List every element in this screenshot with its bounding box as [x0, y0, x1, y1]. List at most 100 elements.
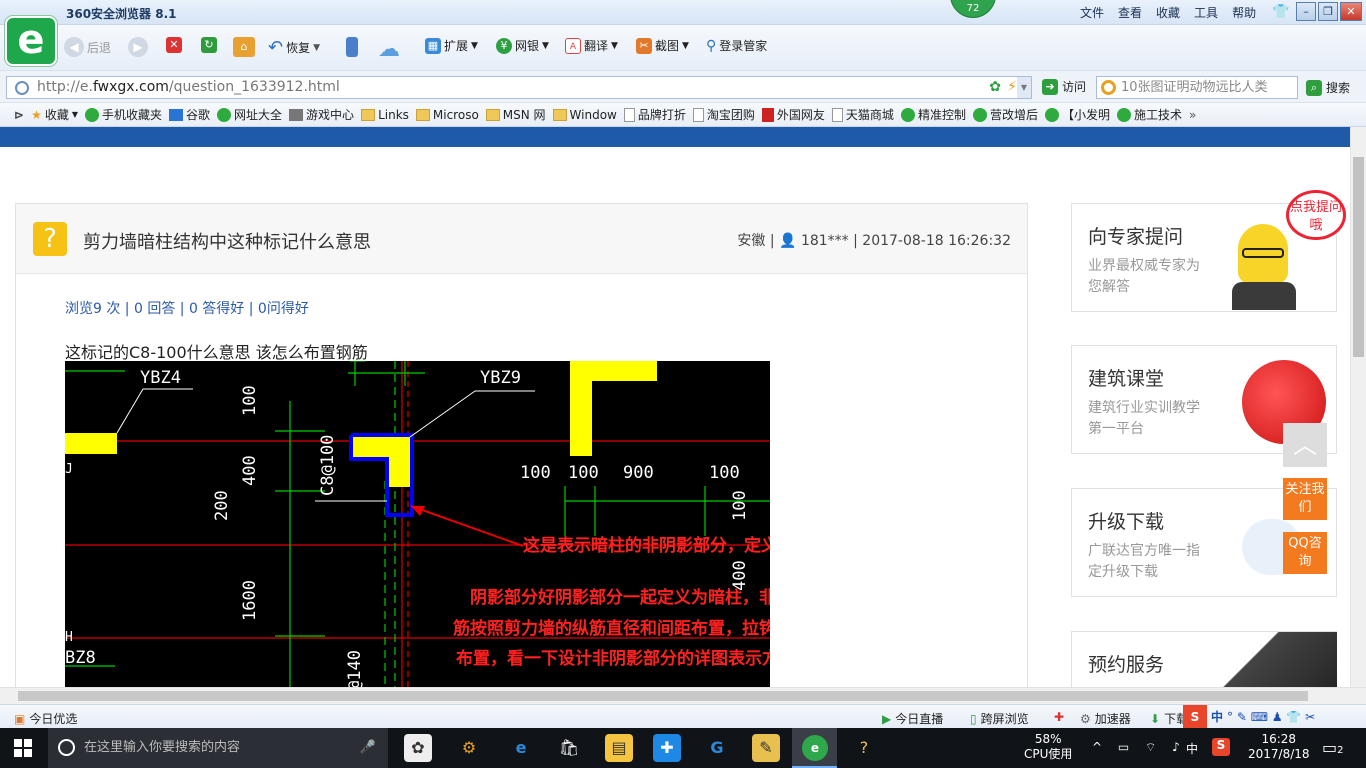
home-button[interactable]: ⌂ — [233, 37, 255, 57]
clock[interactable]: 16:28 2017/8/18 — [1248, 732, 1310, 762]
cloud-button[interactable]: ☁ — [378, 37, 400, 62]
browser-logo-icon[interactable]: e — [5, 16, 57, 66]
file-explorer-icon[interactable]: ▤ — [605, 734, 633, 762]
question-date: 2017-08-18 16:26:32 — [862, 233, 1011, 249]
stop-button[interactable]: ✕ — [166, 37, 182, 53]
fav-item[interactable]: 营改增后 — [972, 106, 1038, 123]
taskbar-search[interactable]: 在这里输入你要搜索的内容 🎤 — [48, 728, 388, 768]
notes-icon[interactable]: ✎ — [752, 734, 780, 762]
fav-item[interactable]: 淘宝团购 — [692, 106, 755, 123]
favorites-menu[interactable]: ★ 收藏 ▼ — [31, 106, 78, 123]
cad-label: 400 — [730, 560, 750, 591]
question-user[interactable]: 181*** — [801, 233, 849, 249]
score-badge[interactable]: 72 — [950, 0, 996, 18]
cad-label: 100 — [709, 463, 740, 483]
taskbar-app-icon[interactable]: ✿ — [404, 734, 432, 762]
input-language[interactable]: 中 — [1186, 740, 1198, 757]
annotation-line: 筋按照剪力墙的纵筋直径和间距布置，拉钩按照c8@100 — [452, 618, 770, 639]
cross-screen[interactable]: ▯ 跨屏浏览 — [970, 710, 1029, 727]
today-live[interactable]: ▶ 今日直播 — [882, 710, 943, 727]
menu-help[interactable]: 帮助 — [1232, 4, 1256, 21]
fav-item[interactable]: Window — [552, 108, 617, 122]
back-to-top-icon[interactable]: ︿ — [1283, 423, 1327, 467]
windows-start-icon[interactable] — [14, 739, 32, 757]
vertical-scroll-thumb[interactable] — [1353, 157, 1364, 357]
taskbar-app-icon[interactable]: ⚙ — [455, 734, 483, 762]
system-tray-icons[interactable]: ^ ▭ ⌔ ♪ — [1092, 740, 1186, 755]
sogou-tray-icon[interactable]: S — [1212, 738, 1230, 756]
url-input[interactable]: http://e.fwxgx.com/question_1633912.html… — [6, 76, 1032, 99]
fav-item[interactable]: 谷歌 — [169, 106, 210, 123]
fav-item[interactable]: 精准控制 — [900, 106, 966, 123]
fav-item[interactable]: 手机收藏夹 — [85, 106, 162, 123]
fav-item[interactable]: Microso — [415, 108, 479, 122]
accelerator[interactable]: ⚙ 加速器 — [1080, 710, 1131, 727]
restore-button[interactable]: ↶ 恢复 ▼ — [268, 37, 320, 58]
screenshot-button[interactable]: ✂ 截图 ▼ — [636, 37, 689, 54]
fav-item[interactable]: 品牌打折 — [623, 106, 686, 123]
skin-icon[interactable]: 👕 — [1272, 4, 1290, 20]
login-manager-button[interactable]: ⚲ 登录管家 — [706, 37, 767, 54]
extension-icon: ▦ — [425, 37, 441, 54]
follow-us-button[interactable]: 关注我们 — [1283, 478, 1327, 520]
refresh-button[interactable]: ↻ — [201, 37, 217, 53]
fav-item[interactable]: 天猫商城 — [831, 106, 894, 123]
ask-expert-card[interactable]: 向专家提问 业界最权威专家为您解答 点我提问哦 — [1071, 190, 1346, 312]
menu-favorites[interactable]: 收藏 — [1156, 4, 1180, 21]
fav-item[interactable]: Links — [361, 108, 409, 122]
notification-center-icon[interactable]: ▭2 — [1322, 738, 1344, 757]
vertical-scrollbar[interactable] — [1350, 127, 1366, 687]
chevron-down-icon: ▼ — [313, 42, 321, 53]
taskbar-app-icon[interactable]: ✚ — [653, 734, 681, 762]
search-button[interactable]: ⌕ 搜索 — [1306, 79, 1350, 96]
help-icon[interactable]: ? — [850, 734, 878, 762]
translate-icon: A — [565, 37, 581, 54]
bookmark-icon — [761, 107, 774, 122]
fav-item[interactable]: MSN 网 — [485, 106, 546, 123]
today-picks[interactable]: ▣ 今日优选 — [14, 710, 77, 727]
sidebar-toggle-icon[interactable]: ⊳ — [14, 108, 24, 122]
address-bar: http://e.fwxgx.com/question_1633912.html… — [0, 70, 1366, 103]
key-icon: ⚲ — [706, 37, 717, 54]
glodon-icon[interactable]: G — [703, 734, 731, 762]
qq-consult-button[interactable]: QQ咨询 — [1283, 532, 1327, 574]
netbank-button[interactable]: ¥ 网银 ▼ — [496, 37, 549, 54]
handshake-image — [1222, 632, 1337, 687]
extend-button[interactable]: ▦ 扩展 ▼ — [425, 37, 478, 54]
edge-icon[interactable]: e — [507, 734, 535, 762]
cad-label: 100 — [568, 463, 599, 483]
fav-item[interactable]: 【小发明 — [1044, 106, 1110, 123]
page-icon — [623, 107, 635, 122]
visit-button[interactable]: ➜ 访问 — [1042, 78, 1086, 95]
secure-icon[interactable]: ✿ — [989, 77, 1001, 98]
cpu-meter[interactable]: 58% CPU使用 — [1024, 732, 1072, 762]
phone-button[interactable] — [346, 37, 358, 57]
fav-item[interactable]: 游戏中心 — [289, 106, 354, 123]
close-button[interactable]: ✕ — [1340, 2, 1362, 21]
menu-tools[interactable]: 工具 — [1194, 4, 1218, 21]
forward-button[interactable]: ▶ — [128, 37, 148, 57]
horizontal-scroll-thumb[interactable] — [18, 691, 1308, 701]
ime-toolbar[interactable]: S 中 ° ✎ ⌨ ♟ 👕 ✂ — [1183, 705, 1315, 729]
more-favorites-icon[interactable]: » — [1189, 108, 1196, 122]
back-button[interactable]: ◀ 后退 — [64, 37, 111, 57]
booking-card[interactable]: 预约服务 — [1071, 631, 1337, 687]
active-browser-task[interactable]: e — [792, 728, 837, 768]
maximize-button[interactable]: ❐ — [1318, 2, 1338, 21]
search-input[interactable]: 10张图证明动物远比人类 — [1096, 76, 1298, 99]
microphone-icon[interactable]: 🎤 — [360, 728, 376, 768]
store-icon[interactable]: 🛍 — [555, 734, 583, 762]
menu-view[interactable]: 查看 — [1118, 4, 1142, 21]
fav-item[interactable]: 外国网友 — [761, 106, 825, 123]
lightning-icon[interactable]: ⚡ — [1007, 77, 1017, 98]
fav-item[interactable]: 施工技术 — [1116, 106, 1182, 123]
horizontal-scrollbar[interactable] — [0, 687, 1366, 704]
translate-button[interactable]: A 翻译 ▼ — [565, 37, 618, 54]
question-stats[interactable]: 浏览9 次 | 0 回答 | 0 答得好 | 0问得好 — [65, 298, 309, 318]
fav-item[interactable]: 网址大全 — [217, 106, 282, 123]
ask-bubble[interactable]: 点我提问哦 — [1286, 190, 1346, 240]
url-dropdown-icon[interactable]: ▼ — [1017, 77, 1031, 98]
security-status-icon[interactable]: ✚ — [1054, 710, 1064, 724]
menu-file[interactable]: 文件 — [1080, 4, 1104, 21]
minimize-button[interactable]: – — [1296, 2, 1316, 21]
